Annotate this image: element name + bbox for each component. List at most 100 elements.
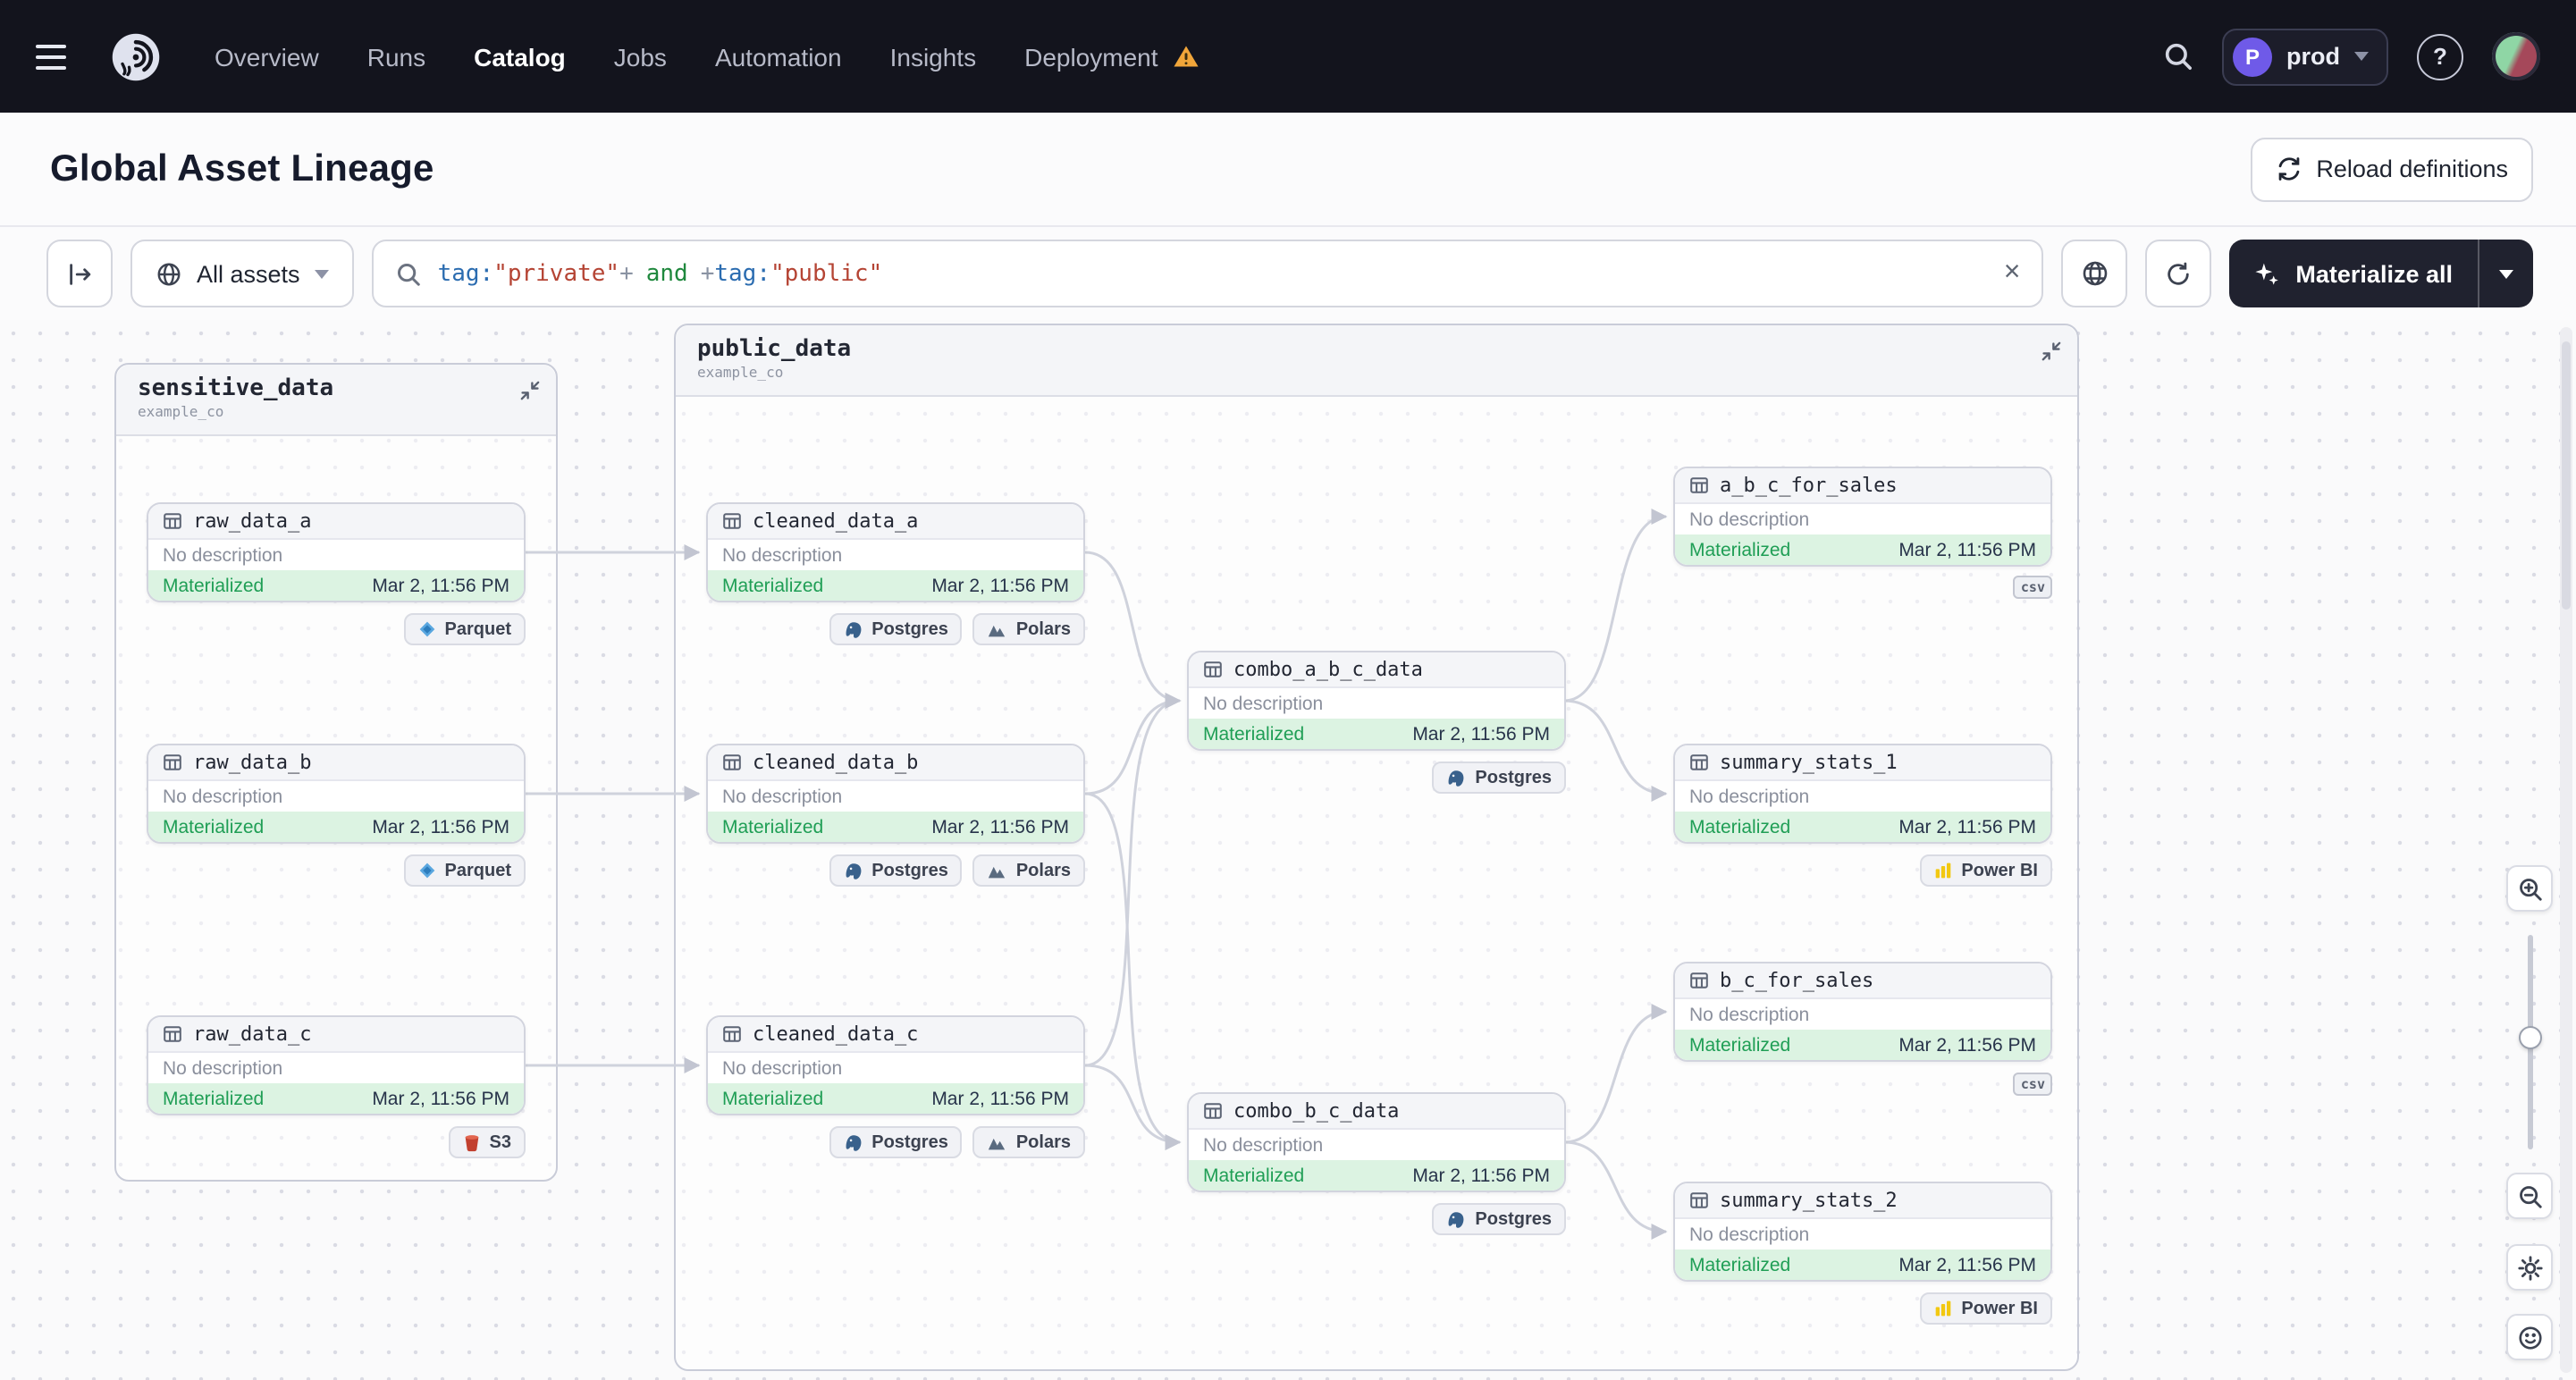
kind-tag-polars[interactable]: Polars — [972, 613, 1085, 645]
s3-icon — [463, 1132, 481, 1152]
collapse-group-icon[interactable] — [2041, 341, 2061, 361]
asset-node-cleaned-data-a[interactable]: cleaned_data_a No description Materializ… — [706, 502, 1085, 602]
menu-icon[interactable] — [36, 35, 79, 78]
user-avatar[interactable] — [2492, 32, 2540, 80]
materialize-options-button[interactable] — [2479, 240, 2533, 307]
kind-tag-label: Parquet — [444, 861, 511, 880]
asset-node-summary-stats-2[interactable]: summary_stats_2 No description Materiali… — [1673, 1182, 2052, 1282]
materialize-all-label: Materialize all — [2295, 260, 2453, 287]
asset-scope-dropdown[interactable]: All assets — [130, 240, 354, 307]
nav-jobs[interactable]: Jobs — [614, 42, 667, 71]
kind-tag-postgres[interactable]: Postgres — [829, 854, 963, 887]
reload-definitions-button[interactable]: Reload definitions — [2250, 137, 2533, 201]
kind-tag-parquet[interactable]: Parquet — [403, 854, 526, 887]
asset-node-raw-data-b[interactable]: raw_data_b No description Materialized Ma… — [147, 744, 526, 844]
top-navbar: Overview Runs Catalog Jobs Automation In… — [0, 0, 2576, 113]
asset-description: No description — [1203, 693, 1324, 714]
graph-settings-button[interactable] — [2061, 240, 2128, 307]
kind-tag-label: Polars — [1015, 1132, 1071, 1152]
deployment-name: prod — [2286, 43, 2340, 70]
asset-name: cleaned_data_a — [753, 509, 919, 533]
kind-tags: Power BI — [1673, 854, 2052, 887]
nav-automation[interactable]: Automation — [715, 42, 842, 71]
navbar-right: P prod ? — [2163, 28, 2540, 85]
asset-description: No description — [722, 544, 843, 566]
kind-tag-polars[interactable]: Polars — [972, 1126, 1085, 1158]
asset-node-cleaned-data-b[interactable]: cleaned_data_b No description Materializ… — [706, 744, 1085, 844]
asset-selection-input[interactable]: tag: "private" + and + tag: "public" × — [371, 240, 2044, 307]
kind-tag-postgres[interactable]: Postgres — [829, 1126, 963, 1158]
postgres-icon — [843, 619, 863, 639]
kind-tag-powerbi[interactable]: Power BI — [1920, 854, 2052, 887]
kind-tag-csv[interactable]: csv — [2013, 1073, 2052, 1096]
search-icon[interactable] — [2163, 41, 2193, 72]
dagster-logo[interactable] — [107, 28, 164, 85]
asset-node-b-c-for-sales[interactable]: b_c_for_sales No description Materialize… — [1673, 962, 2052, 1062]
nav-catalog[interactable]: Catalog — [474, 42, 566, 71]
asset-description: No description — [1689, 1004, 1810, 1025]
lineage-canvas[interactable]: sensitive_data example_co public_data ex… — [0, 320, 2576, 1380]
asset-node-combo-a-b-c-data[interactable]: combo_a_b_c_data No description Material… — [1187, 651, 1566, 751]
asset-node-a-b-c-for-sales[interactable]: a_b_c_for_sales No description Materiali… — [1673, 467, 2052, 567]
kind-tag-postgres[interactable]: Postgres — [829, 613, 963, 645]
materialized-timestamp: Mar 2, 11:56 PM — [1412, 1165, 1550, 1186]
kind-tag-label: Power BI — [1961, 1299, 2038, 1318]
materialize-all-button[interactable]: Materialize all — [2229, 240, 2478, 307]
query-token: + — [700, 260, 715, 287]
materialized-timestamp: Mar 2, 11:56 PM — [1898, 1034, 2036, 1056]
materialized-timestamp: Mar 2, 11:56 PM — [1898, 816, 2036, 837]
help-button[interactable]: ? — [2417, 33, 2463, 80]
materialized-status: Materialized — [163, 575, 265, 596]
kind-tag-postgres[interactable]: Postgres — [1432, 762, 1566, 794]
materialized-timestamp: Mar 2, 11:56 PM — [372, 1088, 509, 1109]
group-header[interactable]: sensitive_data example_co — [116, 365, 556, 436]
kind-tag-label: Postgres — [1475, 768, 1552, 787]
nav-insights[interactable]: Insights — [890, 42, 977, 71]
group-header[interactable]: public_data example_co — [676, 325, 2077, 397]
kind-tag-label: Polars — [1015, 619, 1071, 639]
scrollbar-thumb[interactable] — [2562, 341, 2571, 610]
asset-description: No description — [163, 786, 283, 807]
zoom-slider-handle[interactable] — [2519, 1026, 2542, 1049]
kind-tag-postgres[interactable]: Postgres — [1432, 1203, 1566, 1235]
asset-node-raw-data-c[interactable]: raw_data_c No description Materialized Ma… — [147, 1015, 526, 1115]
zoom-in-button[interactable] — [2506, 865, 2553, 912]
kind-tags: Postgres Polars — [706, 613, 1085, 645]
materialized-timestamp: Mar 2, 11:56 PM — [1412, 723, 1550, 745]
kind-tag-s3[interactable]: S3 — [448, 1126, 526, 1158]
kind-tag-powerbi[interactable]: Power BI — [1920, 1292, 2052, 1325]
kind-tags: Parquet — [147, 854, 526, 887]
deployment-switcher[interactable]: P prod — [2222, 28, 2388, 85]
kind-tag-polars[interactable]: Polars — [972, 854, 1085, 887]
open-sidebar-button[interactable] — [46, 240, 113, 307]
graph-display-settings-button[interactable] — [2506, 1244, 2553, 1291]
collapse-group-icon[interactable] — [520, 381, 540, 400]
table-icon — [1689, 475, 1709, 495]
postgres-icon — [1446, 1209, 1466, 1229]
asset-node-cleaned-data-c[interactable]: cleaned_data_c No description Materializ… — [706, 1015, 1085, 1115]
table-icon — [722, 1024, 742, 1044]
nav-deployment[interactable]: Deployment — [1024, 42, 1199, 71]
feedback-button[interactable] — [2506, 1314, 2553, 1360]
kind-tags: csv — [1673, 576, 2052, 599]
nav-overview[interactable]: Overview — [215, 42, 319, 71]
powerbi-icon — [1934, 862, 1952, 879]
asset-node-summary-stats-1[interactable]: summary_stats_1 No description Materiali… — [1673, 744, 2052, 844]
kind-tags: Parquet — [147, 613, 526, 645]
chevron-down-icon — [2354, 52, 2369, 61]
asset-node-raw-data-a[interactable]: raw_data_a No description Materialized Ma… — [147, 502, 526, 602]
panel-toggle-icon — [66, 260, 93, 287]
asset-node-combo-b-c-data[interactable]: combo_b_c_data No description Materializ… — [1187, 1092, 1566, 1192]
group-repo: example_co — [138, 404, 224, 420]
asset-description: No description — [163, 1057, 283, 1079]
kind-tags: Power BI — [1673, 1292, 2052, 1325]
asset-name: raw_data_b — [193, 751, 312, 774]
asset-name: raw_data_a — [193, 509, 312, 533]
nav-runs[interactable]: Runs — [367, 42, 425, 71]
refresh-button[interactable] — [2145, 240, 2212, 307]
clear-query-icon[interactable]: × — [2004, 258, 2021, 288]
kind-tag-parquet[interactable]: Parquet — [403, 613, 526, 645]
zoom-out-button[interactable] — [2506, 1173, 2553, 1219]
canvas-scrollbar[interactable] — [2560, 327, 2572, 1373]
kind-tag-csv[interactable]: csv — [2013, 576, 2052, 599]
